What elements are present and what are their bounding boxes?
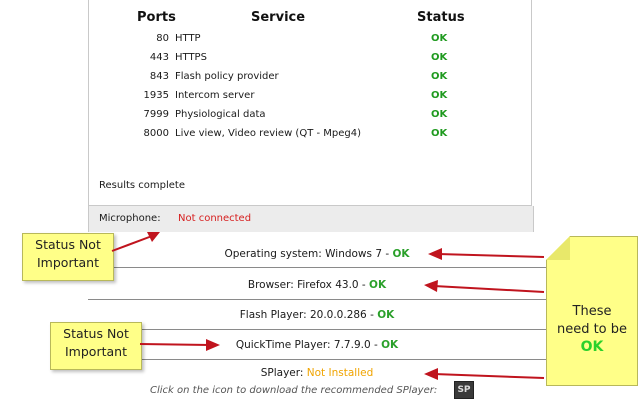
arrow-head-icon: [424, 368, 438, 380]
annotation-arrows: [111, 232, 545, 380]
arrow-head-icon: [206, 339, 220, 351]
arrow-head-icon: [428, 248, 442, 260]
arrow-to-quicktime: [139, 343, 211, 346]
arrow-head-icon: [424, 280, 438, 292]
arrow-to-os: [437, 253, 545, 258]
arrow-to-splayer: [433, 373, 545, 379]
arrow-to-browser: [433, 285, 545, 293]
arrow-to-microphone: [111, 235, 153, 252]
